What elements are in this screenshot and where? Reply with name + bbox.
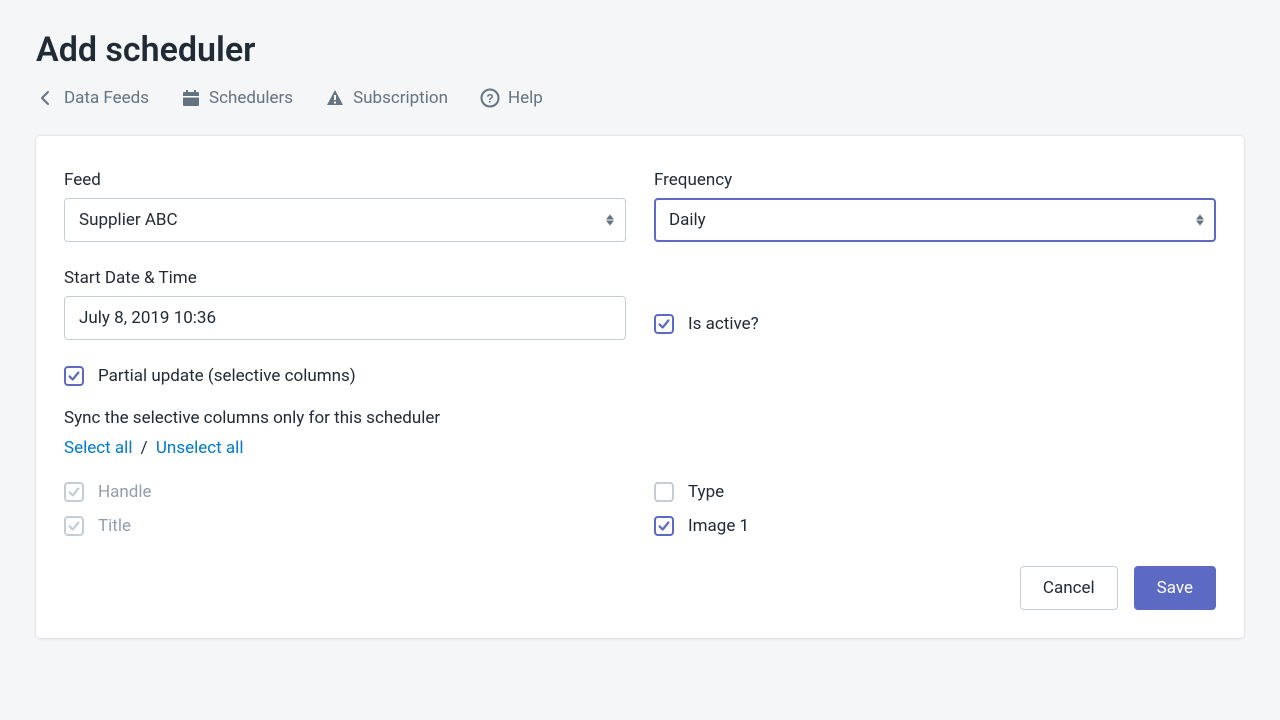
column-checkbox-handle[interactable]: Handle: [64, 482, 626, 502]
nav-label: Subscription: [353, 88, 448, 108]
page-title: Add scheduler: [36, 30, 1244, 70]
checkbox-icon: [654, 482, 674, 502]
help-icon: ?: [480, 88, 500, 108]
partial-update-checkbox-row[interactable]: Partial update (selective columns): [64, 366, 1216, 386]
form-card: Feed Supplier ABC Frequency Daily: [36, 136, 1244, 638]
svg-text:?: ?: [486, 92, 493, 106]
checkbox-icon: [654, 314, 674, 334]
nav-subscription[interactable]: Subscription: [325, 88, 448, 108]
chevron-left-icon: [36, 88, 56, 108]
unselect-all-link[interactable]: Unselect all: [156, 438, 244, 458]
column-checkbox-image1[interactable]: Image 1: [654, 516, 1216, 536]
checkbox-label: Title: [98, 516, 131, 536]
nav-help[interactable]: ? Help: [480, 88, 543, 108]
frequency-label: Frequency: [654, 170, 1216, 190]
secondary-nav: Data Feeds Schedulers Subscription ? Hel…: [36, 88, 1244, 108]
nav-data-feeds[interactable]: Data Feeds: [36, 88, 149, 108]
feed-label: Feed: [64, 170, 626, 190]
column-checkbox-title[interactable]: Title: [64, 516, 626, 536]
nav-label: Schedulers: [209, 88, 293, 108]
checkbox-label: Is active?: [688, 314, 759, 334]
start-datetime-input[interactable]: July 8, 2019 10:36: [64, 296, 626, 340]
checkbox-label: Image 1: [688, 516, 749, 536]
link-separator: /: [141, 438, 148, 458]
nav-schedulers[interactable]: Schedulers: [181, 88, 293, 108]
checkbox-icon: [64, 366, 84, 386]
select-all-link[interactable]: Select all: [64, 438, 132, 458]
warning-icon: [325, 88, 345, 108]
cancel-button[interactable]: Cancel: [1020, 566, 1118, 610]
calendar-icon: [181, 88, 201, 108]
is-active-checkbox-row[interactable]: Is active?: [654, 314, 759, 334]
feed-select[interactable]: Supplier ABC: [64, 198, 626, 242]
checkbox-label: Partial update (selective columns): [98, 366, 356, 386]
checkbox-icon: [654, 516, 674, 536]
save-button[interactable]: Save: [1134, 566, 1216, 610]
sync-hint: Sync the selective columns only for this…: [64, 408, 1216, 428]
checkbox-icon: [64, 482, 84, 502]
nav-label: Help: [508, 88, 543, 108]
checkbox-icon: [64, 516, 84, 536]
frequency-select[interactable]: Daily: [654, 198, 1216, 242]
select-links: Select all / Unselect all: [64, 438, 1216, 458]
start-datetime-label: Start Date & Time: [64, 268, 626, 288]
column-checkbox-type[interactable]: Type: [654, 482, 1216, 502]
checkbox-label: Type: [688, 482, 724, 502]
checkbox-label: Handle: [98, 482, 152, 502]
nav-label: Data Feeds: [64, 88, 149, 108]
